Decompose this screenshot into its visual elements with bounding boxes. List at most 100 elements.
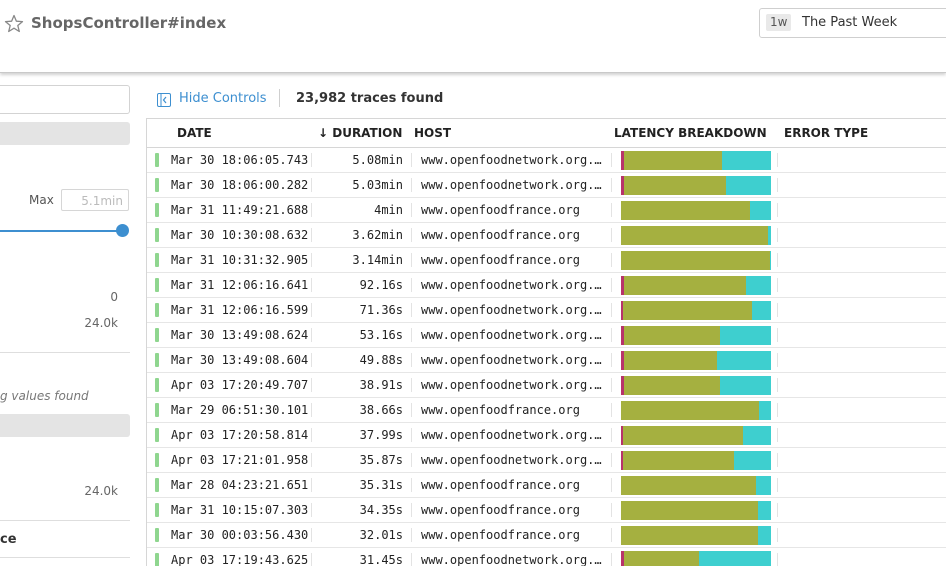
trace-date: Mar 31 12:06:16.599 [171,303,309,317]
collapse-panel-icon [157,93,171,107]
table-row[interactable]: Mar 28 04:23:21.651 35.31s www.openfoodfra… [147,473,946,498]
page-header: ShopsController#index 1w The Past Week [0,0,946,73]
trace-host: www.openfoodnetwork.org.uk [421,378,603,392]
divider [777,478,778,492]
divider [311,303,312,317]
divider [611,228,612,242]
latency-breakdown-bar[interactable] [621,476,771,495]
status-indicator [155,353,159,367]
column-header-latency-breakdown[interactable]: LATENCY BREAKDOWN [614,126,767,140]
divider [611,403,612,417]
latency-segment-c [768,226,771,245]
latency-breakdown-bar[interactable] [621,251,771,270]
table-row[interactable]: Mar 30 18:06:05.743 5.08min www.openfoodne… [147,148,946,173]
trace-date: Mar 31 10:31:32.905 [171,253,309,267]
latency-breakdown-bar[interactable] [621,351,771,370]
table-row[interactable]: Mar 31 11:49:21.688 4min www.openfoodfranc… [147,198,946,223]
divider [311,228,312,242]
star-icon[interactable] [4,14,24,34]
table-row[interactable]: Mar 31 12:06:16.599 71.36s www.openfoodnet… [147,298,946,323]
table-row[interactable]: Mar 31 12:06:16.641 92.16s www.openfoodnet… [147,273,946,298]
divider [411,228,412,242]
divider [611,203,612,217]
table-row[interactable]: Mar 30 18:06:00.282 5.03min www.openfoodne… [147,173,946,198]
latency-breakdown-bar[interactable] [621,451,771,470]
latency-breakdown-bar[interactable] [621,151,771,170]
column-header-error-type[interactable]: ERROR TYPE [784,126,868,140]
table-row[interactable]: Mar 30 13:49:08.624 53.16s www.openfoodnet… [147,323,946,348]
divider [311,353,312,367]
latency-segment-b [624,551,699,566]
divider [777,503,778,517]
facet-count: 0 [110,290,118,304]
divider [411,328,412,342]
latency-segment-b [624,376,720,395]
divider [411,553,412,566]
divider [611,278,612,292]
divider [311,553,312,566]
latency-segment-c [717,351,771,370]
max-duration-input[interactable]: 5.1min [61,189,129,211]
latency-breakdown-bar[interactable] [621,301,771,320]
latency-breakdown-bar[interactable] [621,426,771,445]
divider [777,228,778,242]
status-indicator [155,228,159,242]
facet-header-bar[interactable] [0,122,130,145]
latency-segment-c [750,201,771,220]
column-header-duration[interactable]: ↓ DURATION [318,126,402,140]
divider [411,478,412,492]
divider [777,328,778,342]
latency-segment-c [733,451,771,470]
table-row[interactable]: Apr 03 17:19:43.625 31.45s www.openfoodnet… [147,548,946,566]
duration-slider-handle[interactable] [116,224,129,237]
divider [411,403,412,417]
facet-header-bar[interactable] [0,414,130,437]
facet-search-input[interactable] [0,85,130,114]
status-indicator [155,203,159,217]
table-row[interactable]: Mar 30 13:49:08.604 49.88s www.openfoodnet… [147,348,946,373]
table-header: DATE ↓ DURATION HOST LATENCY BREAKDOWN E… [147,119,946,148]
table-row[interactable]: Mar 29 06:51:30.101 38.66s www.openfoodfra… [147,398,946,423]
table-row[interactable]: Apr 03 17:20:58.814 37.99s www.openfoodnet… [147,423,946,448]
table-row[interactable]: Apr 03 17:21:01.958 35.87s www.openfoodnet… [147,448,946,473]
latency-breakdown-bar[interactable] [621,401,771,420]
latency-breakdown-bar[interactable] [621,201,771,220]
table-row[interactable]: Apr 03 17:20:49.707 38.91s www.openfoodnet… [147,373,946,398]
column-header-date[interactable]: DATE [177,126,212,140]
trace-date: Mar 28 04:23:21.651 [171,478,309,492]
facet-count: 24.0k [84,484,118,498]
status-indicator [155,328,159,342]
latency-segment-c [757,501,771,520]
divider [0,352,130,353]
table-row[interactable]: Mar 30 10:30:08.632 3.62min www.openfoodfr… [147,223,946,248]
table-row[interactable]: Mar 31 10:15:07.303 34.35s www.openfoodfra… [147,498,946,523]
table-body: Mar 30 18:06:05.743 5.08min www.openfoodne… [147,148,946,566]
duration-slider-track[interactable] [0,230,122,232]
latency-breakdown-bar[interactable] [621,376,771,395]
table-row[interactable]: Mar 30 00:03:56.430 32.01s www.openfoodfra… [147,523,946,548]
latency-segment-c [756,476,771,495]
divider [411,203,412,217]
trace-duration: 5.03min [352,178,403,192]
divider [611,328,612,342]
latency-breakdown-bar[interactable] [621,276,771,295]
facet-count: 24.0k [84,316,118,330]
table-row[interactable]: Mar 31 10:31:32.905 3.14min www.openfoodfr… [147,248,946,273]
latency-breakdown-bar[interactable] [621,176,771,195]
time-range-picker[interactable]: 1w The Past Week [759,8,946,38]
trace-date: Mar 31 10:15:07.303 [171,503,309,517]
latency-breakdown-bar[interactable] [621,226,771,245]
latency-breakdown-bar[interactable] [621,526,771,545]
latency-segment-b [621,501,758,520]
latency-breakdown-bar[interactable] [621,551,771,566]
latency-segment-b [622,426,743,445]
divider [611,153,612,167]
divider [611,478,612,492]
column-header-host[interactable]: HOST [414,126,451,140]
latency-breakdown-bar[interactable] [621,326,771,345]
facet-section-label[interactable]: ce [0,532,17,547]
latency-breakdown-bar[interactable] [621,501,771,520]
divider [311,278,312,292]
trace-duration: 49.88s [359,353,403,367]
trace-duration: 32.01s [359,528,403,542]
